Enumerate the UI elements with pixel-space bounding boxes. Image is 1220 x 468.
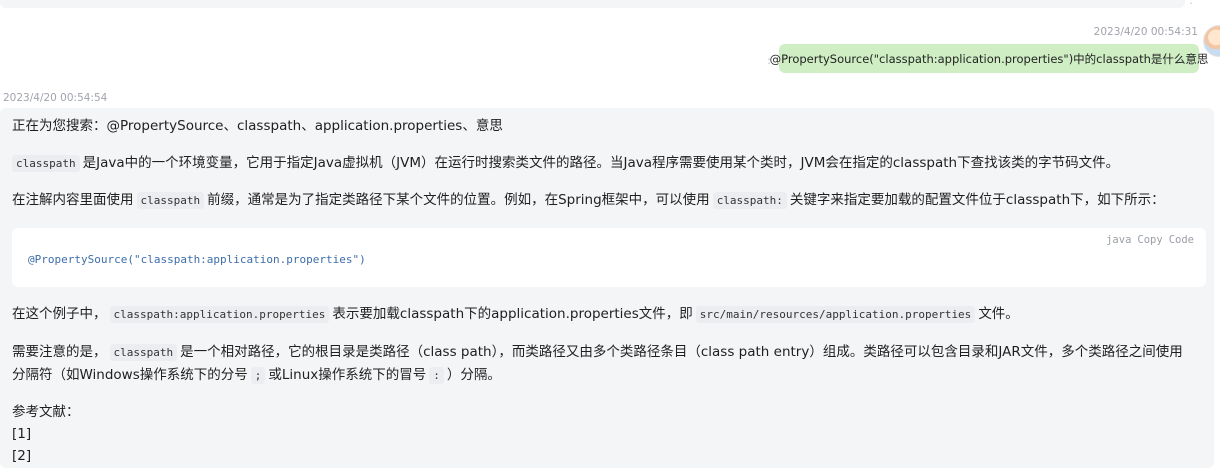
inline-code: ;: [250, 367, 266, 384]
inline-code: classpath:: [712, 192, 787, 209]
inline-code: classpath:application.properties: [109, 306, 330, 323]
bot-message-card: 正在为您搜索：@PropertySource、classpath、applica…: [0, 108, 1214, 468]
inline-code: classpath: [12, 155, 80, 172]
inline-code: :: [429, 367, 444, 384]
references-title: 参考文献：: [12, 404, 80, 420]
paragraph-2: 在注解内容里面使用 classpath 前缀，通常是为了指定类路径下某个文件的位置。…: [12, 192, 1165, 209]
inline-code: classpath: [136, 192, 205, 209]
code-block: java Copy Code @PropertySource("classpath:…: [12, 228, 1206, 287]
inline-code: src/main/resources/application.propertie…: [695, 306, 976, 323]
copy-code-button[interactable]: Copy: [1137, 234, 1162, 246]
code-block-header: java Copy Code: [1106, 234, 1194, 246]
more-options-icon[interactable]: ··: [1189, 0, 1193, 9]
user-message-text: @PropertySource("classpath:application.p…: [769, 51, 1209, 66]
code-line: @PropertySource("classpath:application.p…: [28, 253, 366, 266]
inline-code: classpath: [109, 344, 178, 361]
paragraph-4: 需要注意的是， classpath 是一个相对路径，它的根目录是类路径（class …: [12, 344, 1183, 361]
paragraph-1: classpath 是Java中的一个环境变量，它用于指定Java虚拟机（JVM）…: [12, 153, 1119, 174]
reference-link[interactable]: [2]: [12, 446, 31, 467]
bot-message-timestamp: 2023/4/20 00:54:54: [3, 92, 108, 104]
code-label[interactable]: Code: [1169, 234, 1194, 246]
reference-link[interactable]: [1]: [12, 424, 31, 445]
paragraph-3: 在这个例子中， classpath:application.properties 表…: [12, 306, 1019, 323]
user-message-timestamp: 2023/4/20 00:54:31: [1093, 26, 1198, 38]
search-status-text: 正在为您搜索：@PropertySource、classpath、applica…: [12, 118, 503, 134]
paragraph-4-line-2: 分隔符（如Windows操作系统下的分号; 或Linux操作系统下的冒号: ）分隔。: [12, 367, 501, 384]
user-message-bubble: @PropertySource("classpath:application.p…: [770, 44, 1208, 73]
code-language-label: java: [1106, 234, 1132, 246]
previous-message-card: [0, 0, 1185, 8]
